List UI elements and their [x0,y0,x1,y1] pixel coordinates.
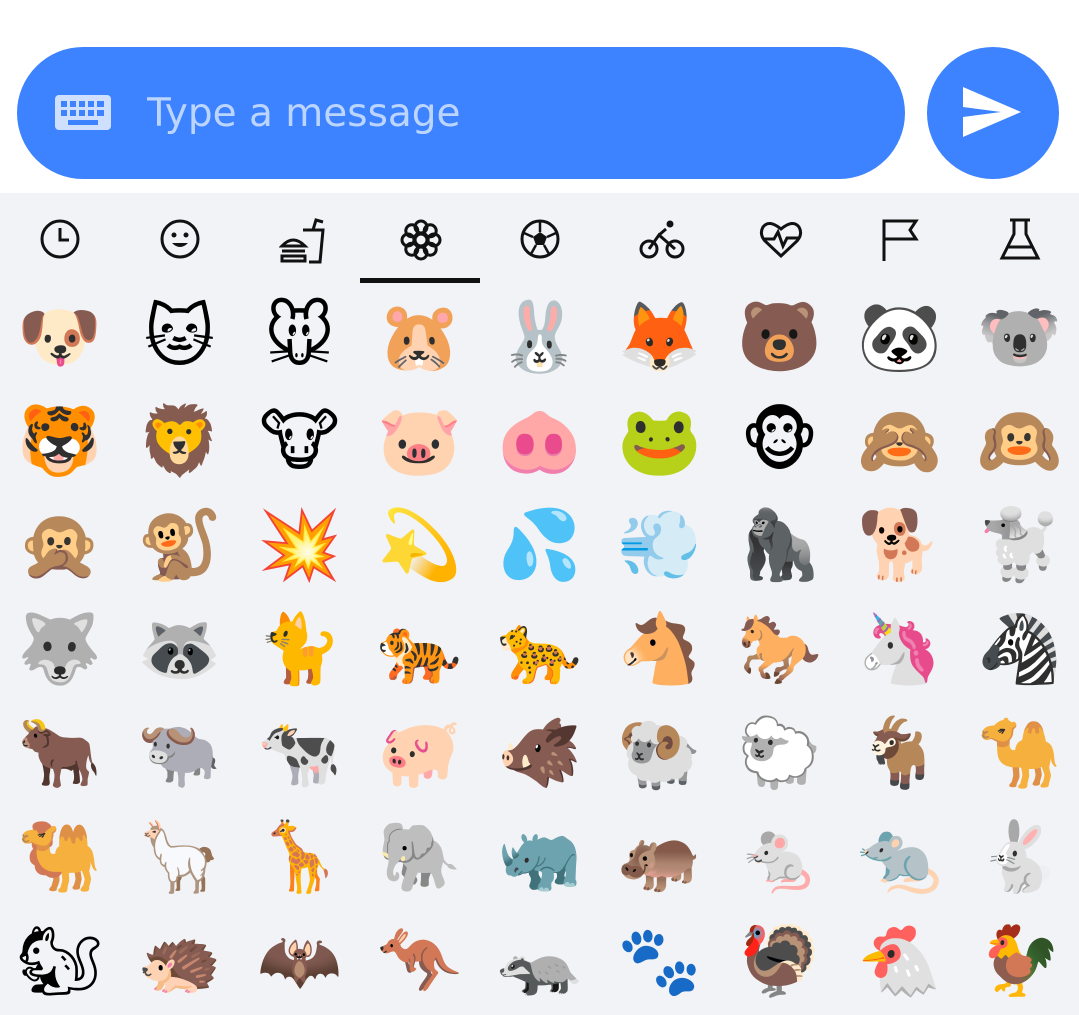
emoji-key[interactable]: 🐘 [360,805,479,911]
emoji-key[interactable]: 🦁 [120,389,239,495]
tab-recent[interactable] [0,193,120,285]
emoji-key[interactable]: 🦒 [240,805,359,911]
emoji-key[interactable]: 🙊 [0,493,119,599]
emoji-key[interactable]: 🐁 [720,805,839,911]
emoji-key[interactable]: 🐾 [600,909,719,1015]
emoji-row: 🐶 🐱 🐭 🐹 🐰 🦊 🐻 🐼 🐨 [0,285,1079,391]
keyboard-icon[interactable] [55,95,111,130]
emoji-key[interactable]: 🐅 [360,597,479,703]
emoji-key[interactable]: 🐸 [600,389,719,495]
message-input[interactable] [147,77,867,149]
emoji-key[interactable]: 🐇 [960,805,1079,911]
emoji-key[interactable]: 🐮 [240,389,359,495]
emoji-key[interactable]: 🐐 [840,701,959,807]
emoji-picker: 🐶 🐱 🐭 🐹 🐰 🦊 🐻 🐼 🐨 🐯 🦁 🐮 🐷 🐽 🐸 🐵 🙈 🙉 🙊 🐒 [0,193,1079,1015]
emoji-key[interactable]: 🐭 [240,285,359,391]
emoji-key[interactable]: 🐆 [480,597,599,703]
emoji-key[interactable]: 🐶 [0,285,119,391]
emoji-key[interactable]: 🐩 [960,493,1079,599]
send-button[interactable] [927,47,1059,179]
emoji-key[interactable]: 🐄 [240,701,359,807]
emoji-key[interactable]: 💨 [600,493,719,599]
emoji-key[interactable]: 🐫 [0,805,119,911]
emoji-key[interactable]: 🐻 [720,285,839,391]
emoji-key[interactable]: 💥 [240,493,359,599]
emoji-key[interactable]: 🙉 [960,389,1079,495]
emoji-grid: 🐶 🐱 🐭 🐹 🐰 🦊 🐻 🐼 🐨 🐯 🦁 🐮 🐷 🐽 🐸 🐵 🙈 🙉 🙊 🐒 [0,285,1079,1015]
flag-icon [882,219,919,261]
emoji-key[interactable]: 🐈 [240,597,359,703]
emoji-key[interactable]: 🐷 [360,389,479,495]
emoji-key[interactable]: 🦏 [480,805,599,911]
emoji-key[interactable]: 🦙 [120,805,239,911]
emoji-row: 🙊 🐒 💥 💫 💦 💨 🦍 🐕 🐩 [0,493,1079,599]
emoji-key[interactable]: 🦔 [120,909,239,1015]
emoji-key[interactable]: 🐕 [840,493,959,599]
emoji-key[interactable]: 🦘 [360,909,479,1015]
emoji-key[interactable]: 🐖 [360,701,479,807]
bicycle-icon [639,220,685,259]
fastfood-icon [279,218,325,264]
emoji-key[interactable]: 🙈 [840,389,959,495]
emoji-key[interactable]: 🐯 [0,389,119,495]
emoji-key[interactable]: 🐰 [480,285,599,391]
emoji-row: 🐯 🦁 🐮 🐷 🐽 🐸 🐵 🙈 🙉 [0,389,1079,495]
emoji-row: 🐺 🦝 🐈 🐅 🐆 🐴 🐎 🦄 🦓 [0,597,1079,703]
tab-animals-nature[interactable] [360,193,480,285]
emoji-key[interactable]: 🐀 [840,805,959,911]
emoji-row: 🐫 🦙 🦒 🐘 🦏 🦛 🐁 🐀 🐇 [0,805,1079,911]
emoji-key[interactable]: 🐴 [600,597,719,703]
active-tab-indicator [360,278,480,283]
emoji-category-tabs [0,193,1079,285]
tab-objects[interactable] [960,193,1079,285]
message-composer [17,47,905,179]
emoji-key[interactable]: 🦄 [840,597,959,703]
flower-icon [400,219,442,261]
send-icon [963,87,1021,137]
smiley-icon [160,219,200,259]
emoji-key[interactable]: 💫 [360,493,479,599]
emoji-key[interactable]: 🦇 [240,909,359,1015]
emoji-key[interactable]: 🐏 [600,701,719,807]
flask-icon [999,218,1041,260]
emoji-key[interactable]: 🐨 [960,285,1079,391]
tab-travel[interactable] [600,193,720,285]
emoji-key[interactable]: 🐵 [720,389,839,495]
emoji-key[interactable]: 🐹 [360,285,479,391]
emoji-key[interactable]: 🐺 [0,597,119,703]
emoji-key[interactable]: 🦍 [720,493,839,599]
emoji-key[interactable]: 🐓 [960,909,1079,1015]
tab-food[interactable] [240,193,360,285]
emoji-key[interactable]: 🐪 [960,701,1079,807]
emoji-key[interactable]: 💦 [480,493,599,599]
emoji-key[interactable]: 🐗 [480,701,599,807]
emoji-row: 🐿 🦔 🦇 🦘 🦡 🐾 🦃 🐔 🐓 [0,909,1079,1015]
emoji-key[interactable]: 🐃 [120,701,239,807]
emoji-row: 🐂 🐃 🐄 🐖 🐗 🐏 🐑 🐐 🐪 [0,701,1079,807]
emoji-key[interactable]: 🦝 [120,597,239,703]
heart-pulse-icon [759,222,803,259]
emoji-key[interactable]: 🦓 [960,597,1079,703]
emoji-key[interactable]: 🐽 [480,389,599,495]
emoji-key[interactable]: 🐼 [840,285,959,391]
emoji-key[interactable]: 🦊 [600,285,719,391]
emoji-key[interactable]: 🐿 [0,909,119,1015]
tab-smileys[interactable] [120,193,240,285]
emoji-key[interactable]: 🐎 [720,597,839,703]
tab-activities[interactable] [480,193,600,285]
tab-symbols[interactable] [720,193,840,285]
soccer-ball-icon [520,219,560,259]
emoji-key[interactable]: 🦃 [720,909,839,1015]
emoji-key[interactable]: 🐱 [120,285,239,391]
emoji-key[interactable]: 🐔 [840,909,959,1015]
tab-flags[interactable] [840,193,960,285]
emoji-key[interactable]: 🐂 [0,701,119,807]
emoji-key[interactable]: 🐒 [120,493,239,599]
clock-icon [40,219,80,259]
emoji-key[interactable]: 🐑 [720,701,839,807]
emoji-key[interactable]: 🦛 [600,805,719,911]
emoji-key[interactable]: 🦡 [480,909,599,1015]
